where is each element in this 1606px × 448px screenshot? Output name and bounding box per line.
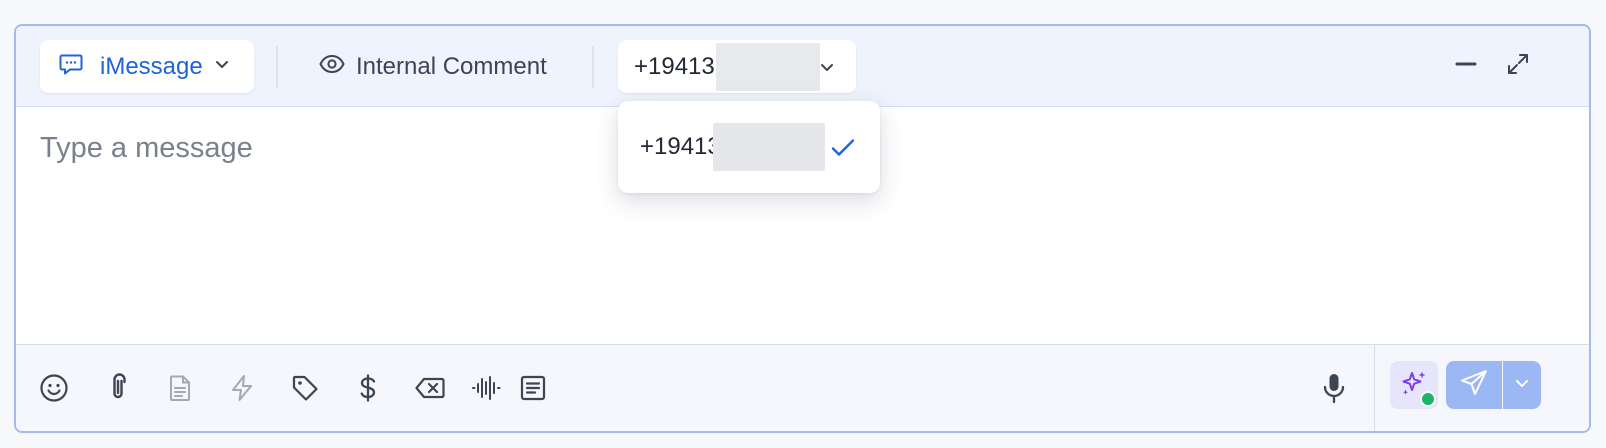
channel-label: iMessage: [100, 52, 203, 80]
eye-icon: [318, 50, 346, 83]
tag-icon[interactable]: [289, 372, 321, 404]
composer-toolbar: [16, 344, 1589, 431]
phone-number-dropdown: +19413: [618, 101, 880, 193]
chevron-down-icon: [213, 55, 231, 78]
internal-comment-label: Internal Comment: [356, 52, 547, 80]
channel-selector[interactable]: iMessage: [40, 40, 254, 93]
document-icon[interactable]: [164, 372, 196, 404]
chevron-down-icon: [818, 58, 836, 81]
send-button[interactable]: [1446, 361, 1502, 409]
microphone-icon[interactable]: [1318, 372, 1350, 404]
header-divider: [276, 46, 278, 88]
send-icon: [1459, 368, 1489, 403]
composer-header: iMessage Internal Comment +19413: [16, 26, 1589, 107]
clear-icon[interactable]: [414, 372, 446, 404]
internal-comment-toggle[interactable]: Internal Comment: [318, 40, 547, 93]
phone-number-value: +19413: [634, 52, 715, 80]
checkmark-icon: [830, 137, 856, 164]
toolbar-divider: [1374, 345, 1375, 431]
emoji-icon[interactable]: [38, 372, 70, 404]
template-icon[interactable]: [517, 372, 549, 404]
phone-option-label: +19413: [640, 133, 721, 160]
header-divider: [592, 46, 594, 88]
phone-number-select[interactable]: +19413: [618, 40, 856, 93]
expand-icon[interactable]: [1506, 52, 1530, 81]
send-options-button[interactable]: [1503, 361, 1541, 409]
lightning-icon[interactable]: [226, 372, 258, 404]
minimize-icon[interactable]: [1454, 52, 1478, 81]
chevron-down-icon: [1513, 374, 1531, 397]
message-composer: iMessage Internal Comment +19413: [14, 24, 1591, 433]
redacted-block: [715, 42, 820, 91]
audio-wave-icon[interactable]: [470, 372, 502, 404]
paperclip-icon[interactable]: [102, 372, 134, 404]
chat-bubble-icon: [58, 51, 84, 82]
dollar-icon[interactable]: [352, 372, 384, 404]
ai-assist-button[interactable]: [1390, 361, 1438, 409]
status-dot: [1420, 391, 1436, 407]
redacted-block: [712, 123, 825, 171]
